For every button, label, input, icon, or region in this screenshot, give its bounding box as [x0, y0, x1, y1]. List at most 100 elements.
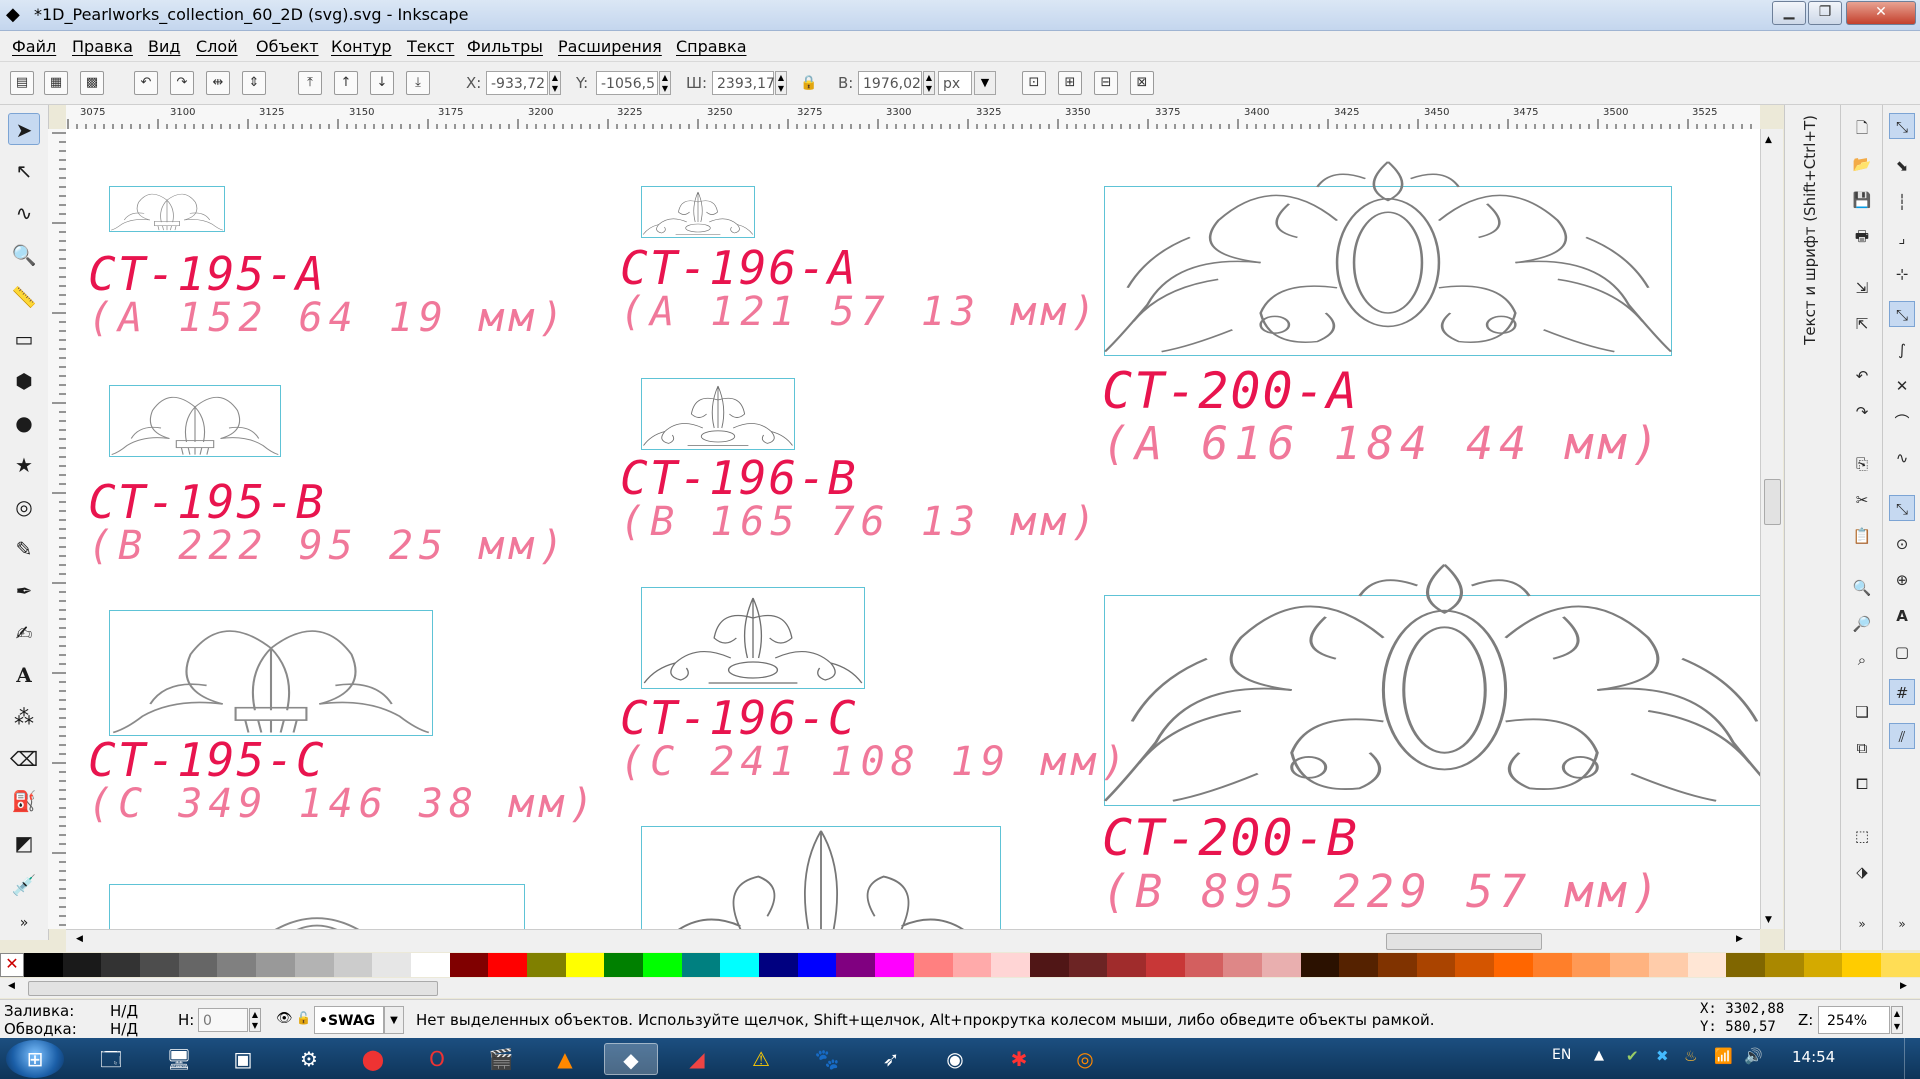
palette-swatch[interactable] — [604, 953, 643, 977]
height-field[interactable]: 1976,02 — [858, 71, 922, 95]
palette-swatch[interactable] — [526, 953, 566, 977]
paste-icon[interactable]: 📋 — [1849, 523, 1875, 549]
pencil-tool-icon[interactable]: ✎ — [8, 533, 40, 565]
cut-icon[interactable]: ✂ — [1849, 487, 1875, 513]
ornament-ct-195-b[interactable] — [109, 385, 281, 457]
palette-swatch[interactable] — [178, 953, 218, 977]
palette-swatch[interactable] — [294, 953, 334, 977]
spiral-tool-icon[interactable]: ◎ — [8, 491, 40, 523]
lock-icon[interactable]: 🔒 — [800, 75, 817, 91]
tray-expand-chevron-icon[interactable]: ▲ — [1594, 1048, 1604, 1063]
show-desktop-button[interactable] — [1904, 1038, 1920, 1079]
palette-scroll-left-icon[interactable]: ◀ — [8, 981, 15, 991]
taskbar-paperplane-icon[interactable]: ➶ — [864, 1043, 918, 1075]
taskbar-gimp-icon[interactable]: 🐾 — [800, 1043, 854, 1075]
palette-swatch[interactable] — [1881, 953, 1920, 977]
snap-cusp-nodes-icon[interactable]: ⌒ — [1889, 409, 1915, 435]
palette-scroll-thumb[interactable] — [28, 981, 438, 996]
palette-swatch[interactable] — [24, 953, 63, 977]
export-icon[interactable]: ⇱ — [1849, 311, 1875, 337]
palette-swatch[interactable] — [1145, 953, 1185, 977]
snap-bbox-midpoints-icon[interactable]: ⊹ — [1889, 261, 1915, 287]
palette-swatch[interactable] — [1842, 953, 1881, 977]
menu-extensions[interactable]: Расширения — [558, 37, 662, 56]
palette-swatch[interactable] — [101, 953, 141, 977]
select-all-layers-icon[interactable]: ▦ — [44, 71, 68, 95]
ornament-ct-196-a[interactable] — [641, 186, 755, 238]
dropper-tool-icon[interactable]: 💉 — [8, 869, 40, 901]
taskbar-chrome-icon[interactable]: ◉ — [928, 1043, 982, 1075]
tray-x-icon[interactable]: ✖ — [1656, 1047, 1669, 1065]
opacity-field[interactable]: 0 — [198, 1008, 248, 1032]
transform-gradients-icon[interactable]: ⊟ — [1094, 71, 1118, 95]
ungroup-icon[interactable]: ⬗ — [1849, 859, 1875, 885]
transform-patterns-icon[interactable]: ⊠ — [1130, 71, 1154, 95]
x-spinner[interactable]: ▲ ▼ — [549, 71, 561, 95]
palette-swatch[interactable] — [565, 953, 605, 977]
raise-to-top-icon[interactable]: ⤒ — [298, 71, 322, 95]
deselect-icon[interactable]: ▩ — [80, 71, 104, 95]
box-3d-tool-icon[interactable]: ⬢ — [8, 365, 40, 397]
taskbar-vlc-icon[interactable]: ▲ — [538, 1043, 592, 1075]
taskbar-film-icon[interactable]: 🎬 — [474, 1043, 528, 1075]
more-commands-chevron-icon[interactable]: » — [1849, 911, 1875, 937]
palette-swatch[interactable] — [1726, 953, 1765, 977]
layer-lock-icon[interactable]: 🔓 — [296, 1011, 311, 1025]
stroke-value[interactable]: Н/Д — [110, 1020, 138, 1038]
raise-icon[interactable]: ↑ — [334, 71, 358, 95]
more-snap-chevron-icon[interactable]: » — [1889, 911, 1915, 937]
flip-vertical-icon[interactable]: ⇕ — [242, 71, 266, 95]
palette-swatch[interactable] — [1803, 953, 1843, 977]
snap-guides-icon[interactable]: ⫽ — [1889, 723, 1915, 749]
palette-swatch[interactable] — [952, 953, 992, 977]
taskbar-warning-icon[interactable]: ⚠ — [734, 1043, 788, 1075]
palette-swatch[interactable] — [1262, 953, 1301, 977]
minimize-button[interactable]: ▁ — [1772, 1, 1806, 25]
rectangle-tool-icon[interactable]: ▭ — [8, 323, 40, 355]
close-button[interactable]: ✕ — [1846, 1, 1916, 25]
ornament-ct-200-a[interactable] — [1103, 160, 1673, 356]
palette-swatch[interactable] — [1300, 953, 1340, 977]
palette-swatch[interactable] — [720, 953, 760, 977]
vertical-scroll-thumb[interactable] — [1764, 479, 1781, 525]
text-tool-icon[interactable]: A — [8, 659, 40, 691]
zoom-drawing-icon[interactable]: 🔎 — [1849, 611, 1875, 637]
palette-swatch[interactable] — [1610, 953, 1649, 977]
new-document-icon[interactable]: 🗋 — [1849, 115, 1875, 141]
save-document-icon[interactable]: 💾 — [1849, 187, 1875, 213]
palette-scrollbar[interactable]: ◀ ▶ — [0, 978, 1920, 998]
palette-swatch[interactable] — [449, 953, 489, 977]
taskbar-terminal-icon[interactable]: ▣ — [216, 1043, 270, 1075]
scale-stroke-icon[interactable]: ⊡ — [1022, 71, 1046, 95]
scroll-right-arrow-icon[interactable]: ▶ — [1736, 934, 1743, 944]
start-button-windows-icon[interactable]: ⊞ — [6, 1040, 64, 1078]
palette-swatch[interactable] — [217, 953, 257, 977]
palette-swatch[interactable] — [1687, 953, 1727, 977]
menu-file[interactable]: Файл — [12, 37, 56, 56]
zoom-field[interactable]: 254% — [1818, 1006, 1890, 1034]
palette-swatch[interactable] — [256, 953, 295, 977]
width-spinner[interactable]: ▲ ▼ — [775, 71, 787, 95]
y-field[interactable]: -1056,5 — [596, 71, 658, 95]
menu-object[interactable]: Объект — [256, 37, 319, 56]
selector-tool-icon[interactable]: ➤ — [8, 113, 40, 145]
lower-icon[interactable]: ↓ — [370, 71, 394, 95]
opacity-spinner[interactable]: ▲ ▼ — [249, 1008, 261, 1032]
zoom-selection-icon[interactable]: 🔍 — [1849, 575, 1875, 601]
unit-dropdown-chevron-icon[interactable]: ▼ — [974, 71, 996, 95]
import-icon[interactable]: ⇲ — [1849, 275, 1875, 301]
menu-view[interactable]: Вид — [148, 37, 180, 56]
calligraphy-tool-icon[interactable]: ✍ — [8, 617, 40, 649]
clock-time[interactable]: 14:54 — [1792, 1048, 1835, 1066]
open-document-icon[interactable]: 📂 — [1849, 151, 1875, 177]
menu-edit[interactable]: Правка — [72, 37, 133, 56]
palette-swatch[interactable] — [372, 953, 411, 977]
snap-rotation-center-icon[interactable]: ⊕ — [1889, 567, 1915, 593]
menu-path[interactable]: Контур — [331, 37, 392, 56]
star-tool-icon[interactable]: ★ — [8, 449, 40, 481]
palette-swatch[interactable] — [333, 953, 373, 977]
clone-icon[interactable]: ⧉ — [1849, 735, 1875, 761]
ornament-ct-195-d-partial[interactable] — [109, 884, 525, 929]
snap-text-baseline-icon[interactable]: A — [1889, 603, 1915, 629]
snap-bbox-icon[interactable]: ⬊ — [1889, 153, 1915, 179]
